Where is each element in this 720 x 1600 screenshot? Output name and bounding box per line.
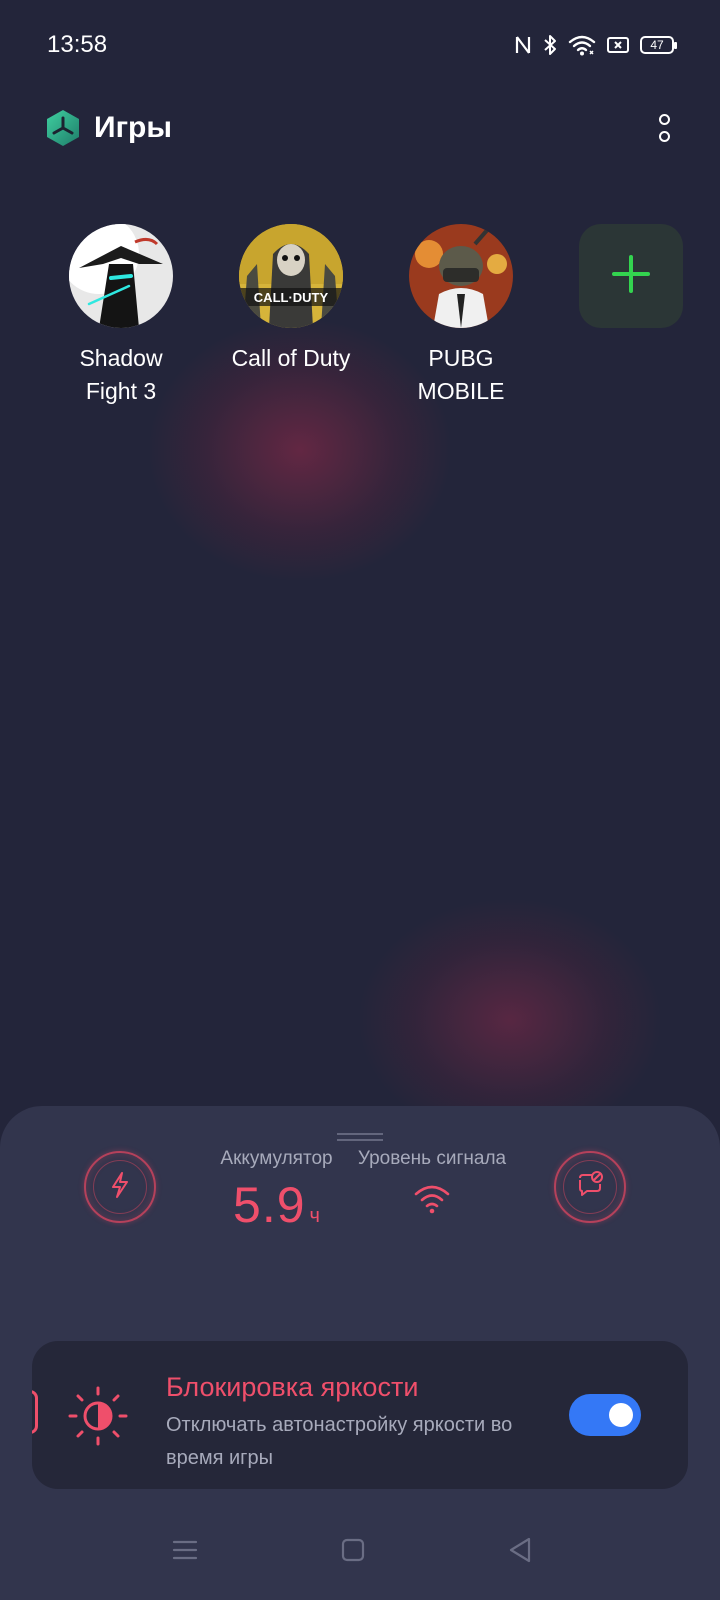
cod-logo-text: CALL·DUTY [254,290,329,305]
game-space-logo-icon [46,109,80,147]
game-item-pubg-mobile[interactable]: PUBG MOBILE [376,224,546,408]
performance-mode-button[interactable] [84,1151,156,1223]
signal-label: Уровень сигнала [357,1148,507,1169]
notification-block-button[interactable] [554,1151,626,1223]
bluetooth-icon [542,33,558,57]
shadow-fight-icon [69,224,173,328]
sheet-drag-handle[interactable] [337,1133,383,1141]
signal-stat: Уровень сигнала [352,1148,512,1221]
game-label-line: Fight 3 [85,378,157,404]
wifi-icon [568,34,596,56]
battery-time-value: 5.9 [233,1177,306,1233]
home-icon[interactable] [333,1530,373,1570]
status-time: 13:58 [47,31,108,58]
game-label-line: Call of Duty [231,345,351,371]
brightness-lock-toggle[interactable] [569,1394,641,1436]
brightness-icon [67,1385,129,1452]
menu-icon[interactable] [165,1530,205,1570]
page-title: Игры [94,111,173,144]
game-assistant-sheet: Аккумулятор 5.9 ч Уровень сигнала Блокир… [0,1106,720,1600]
battery-stat: Аккумулятор 5.9 ч [214,1148,339,1234]
background-glow [360,900,660,1140]
notification-block-icon [575,1170,605,1205]
navigation-bar [0,1500,720,1600]
add-game-button[interactable] [579,224,683,328]
game-label-line: PUBG [428,345,494,371]
add-game-tile[interactable] [546,224,716,408]
pubg-mobile-icon [409,224,513,328]
card-side-indicator [32,1390,38,1434]
toggle-knob [609,1403,633,1427]
battery-time-unit: ч [309,1205,320,1227]
status-bar: 13:58 47 [47,28,677,62]
game-item-call-of-duty[interactable]: CALL·DUTY Call of Duty [206,224,376,408]
back-icon[interactable] [500,1530,540,1570]
no-sim-icon [606,35,630,55]
app-header: Игры [46,108,674,148]
game-label-line: MOBILE [417,378,505,404]
brightness-lock-description: Отключать автонастройку яркости во время… [166,1414,513,1469]
game-label-line: Shadow [79,345,163,371]
game-item-shadow-fight-3[interactable]: Shadow Fight 3 [36,224,206,408]
game-list: Shadow Fight 3 CALL·DUTY Call of Duty PU… [36,224,716,408]
lightning-icon [107,1170,133,1205]
battery-label: Аккумулятор [220,1148,333,1169]
battery-icon: 47 [640,36,677,54]
more-icon[interactable] [654,111,674,145]
signal-icon [412,1182,452,1221]
brightness-lock-card: Блокировка яркости Отключать автонастрой… [32,1341,688,1489]
call-of-duty-icon: CALL·DUTY [239,224,343,328]
nfc-icon [514,34,532,56]
add-icon [611,254,651,299]
brightness-lock-title: Блокировка яркости [166,1372,419,1402]
